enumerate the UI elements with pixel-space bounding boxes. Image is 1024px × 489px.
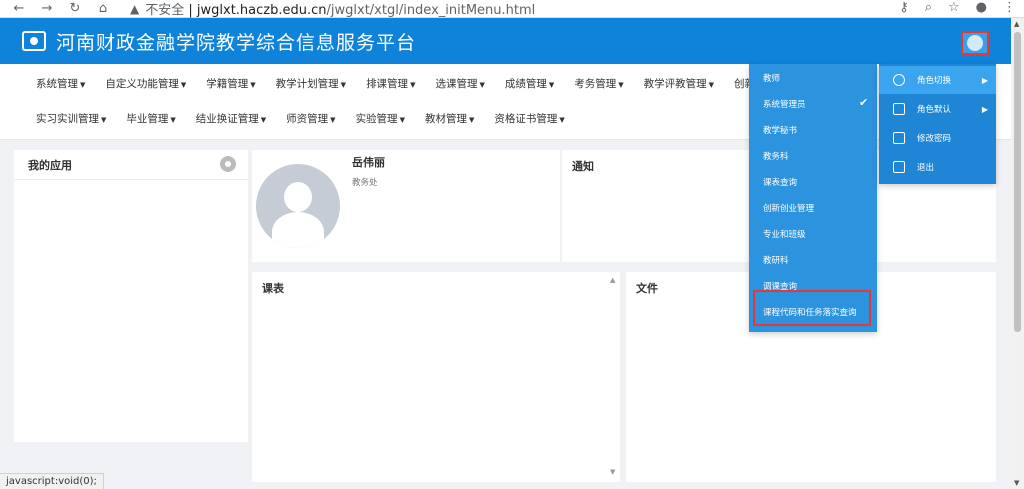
- panel-title: 我的应用: [28, 158, 72, 172]
- menu-item[interactable]: 成绩管理 ▼: [505, 76, 554, 91]
- role-item[interactable]: 专业和班级: [763, 228, 806, 240]
- user-avatar-button[interactable]: [961, 31, 989, 55]
- caret-down-icon: ▼: [260, 116, 267, 124]
- reload-icon[interactable]: ↻: [66, 1, 84, 16]
- menu-item[interactable]: 结业换证管理 ▼: [196, 111, 266, 126]
- status-bar: javascript:void(0);: [0, 473, 104, 489]
- user-menu-item[interactable]: 修改密码: [879, 124, 996, 152]
- schedule-panel: 课表 ▲ ▼: [252, 272, 620, 482]
- user-menu-item[interactable]: 退出: [879, 153, 996, 181]
- user-menu: 角色切换 ▶ 角色默认 ▶ 修改密码 退出: [879, 64, 996, 184]
- user-menu-item[interactable]: 角色切换 ▶: [879, 66, 996, 94]
- scroll-down-icon[interactable]: ▼: [1014, 479, 1019, 487]
- menu-item[interactable]: 自定义功能管理 ▼: [105, 76, 186, 91]
- panel-title: 通知: [572, 160, 594, 173]
- zoom-icon[interactable]: ⌕: [925, 0, 932, 15]
- menu-item[interactable]: 学籍管理 ▼: [206, 76, 255, 91]
- user-icon: [967, 35, 983, 51]
- caret-down-icon: ▼: [330, 116, 336, 124]
- profile-icon[interactable]: ●: [976, 0, 987, 15]
- chevron-right-icon: ▶: [981, 75, 988, 85]
- page-scrollbar[interactable]: ▲ ▼: [1011, 18, 1024, 489]
- menu-item[interactable]: 考务管理 ▼: [574, 76, 623, 91]
- refresh-icon: [893, 74, 905, 86]
- gear-icon[interactable]: [220, 156, 236, 172]
- role-item[interactable]: 创新创业管理: [763, 202, 814, 214]
- user-menu-item[interactable]: 角色默认 ▶: [879, 95, 996, 123]
- caret-down-icon: ▼: [410, 81, 416, 89]
- my-apps-panel: 我的应用: [14, 150, 248, 442]
- kebab-menu-icon[interactable]: ⋮: [1003, 0, 1016, 15]
- scroll-up-icon[interactable]: ▲: [610, 276, 615, 284]
- role-item[interactable]: 教务科: [763, 150, 789, 162]
- profile-panel: 岳伟丽 教务处: [252, 150, 560, 262]
- caret-down-icon: ▼: [548, 81, 555, 89]
- selection-highlight: [753, 290, 871, 326]
- caret-down-icon: ▼: [708, 81, 715, 89]
- key-icon[interactable]: ⚷: [899, 0, 909, 15]
- caret-down-icon: ▼: [468, 116, 475, 124]
- menu-item[interactable]: 师资管理 ▼: [286, 111, 335, 126]
- menu-item[interactable]: 教学计划管理 ▼: [276, 76, 346, 91]
- caret-down-icon: ▼: [559, 116, 565, 124]
- caret-down-icon: ▼: [399, 116, 405, 124]
- menu-item[interactable]: 教学评教管理 ▼: [644, 76, 714, 91]
- site-header: 河南财政金融学院教学综合信息服务平台: [0, 18, 1011, 64]
- document-icon: [893, 103, 905, 115]
- menu-item[interactable]: 资格证书管理 ▼: [494, 111, 564, 126]
- menu-item[interactable]: 实习实训管理 ▼: [36, 111, 106, 126]
- caret-down-icon: ▼: [479, 81, 485, 89]
- menu-item[interactable]: 排课管理 ▼: [366, 76, 415, 91]
- role-item[interactable]: 教师: [763, 72, 780, 84]
- scroll-thumb[interactable]: [1014, 32, 1021, 332]
- menu-item[interactable]: 系统管理 ▼: [36, 76, 85, 91]
- caret-down-icon: ▼: [80, 81, 86, 89]
- user-name: 岳伟丽: [352, 156, 385, 169]
- address-bar[interactable]: 不安全 | jwglxt.haczb.edu.cn/jwglxt/xtgl/in…: [145, 0, 535, 18]
- chevron-right-icon: ▶: [981, 104, 988, 114]
- scroll-up-icon[interactable]: ▲: [1014, 20, 1019, 28]
- role-item[interactable]: 教研科: [763, 254, 789, 266]
- caret-down-icon: ▼: [170, 116, 176, 124]
- logout-icon: [893, 161, 905, 173]
- home-icon[interactable]: ⌂: [94, 1, 112, 16]
- site-title: 河南财政金融学院教学综合信息服务平台: [56, 31, 417, 54]
- caret-down-icon: ▼: [101, 116, 107, 124]
- menu-item[interactable]: 毕业管理 ▼: [126, 111, 175, 126]
- back-icon[interactable]: ←: [10, 1, 28, 16]
- menu-item[interactable]: 实验管理 ▼: [356, 111, 405, 126]
- monitor-icon: [22, 31, 46, 51]
- panel-scrollbar[interactable]: ▲ ▼: [610, 276, 618, 476]
- role-item[interactable]: 课表查询: [763, 176, 797, 188]
- caret-down-icon: ▼: [340, 81, 347, 89]
- star-icon[interactable]: ☆: [948, 0, 960, 15]
- role-item[interactable]: 系统管理员 ✔: [763, 96, 868, 110]
- role-item[interactable]: 教学秘书: [763, 124, 797, 136]
- user-department: 教务处: [352, 178, 378, 188]
- browser-toolbar: ← → ↻ ⌂ ▲ 不安全 | jwglxt.haczb.edu.cn/jwgl…: [0, 0, 1024, 18]
- menu-item[interactable]: 选课管理 ▼: [435, 76, 484, 91]
- caret-down-icon: ▼: [180, 81, 187, 89]
- caret-down-icon: ▼: [618, 81, 624, 89]
- panel-title: 文件: [636, 282, 658, 295]
- scroll-down-icon[interactable]: ▼: [610, 468, 615, 476]
- menu-item[interactable]: 教材管理 ▼: [425, 111, 474, 126]
- warning-icon[interactable]: ▲: [130, 2, 139, 16]
- check-icon: ✔: [859, 96, 869, 109]
- panel-title: 课表: [262, 282, 284, 295]
- caret-down-icon: ▼: [250, 81, 256, 89]
- forward-icon[interactable]: →: [38, 1, 56, 16]
- avatar: [256, 164, 340, 248]
- edit-icon: [893, 132, 905, 144]
